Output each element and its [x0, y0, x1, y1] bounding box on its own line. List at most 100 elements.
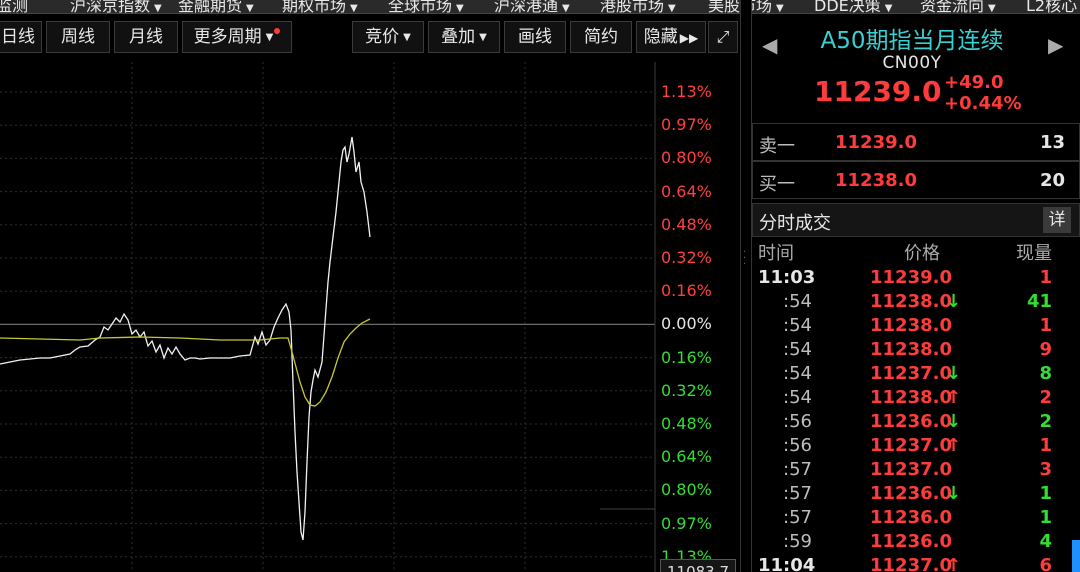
average-line — [0, 318, 371, 407]
notification-dot-icon — [274, 28, 281, 34]
y-axis-label: 0.48% — [661, 214, 712, 234]
instrument-title: A50期指当月连续 — [820, 28, 1004, 54]
tick-row: :57 11236.0 1 — [752, 507, 1080, 531]
menu-item[interactable]: 期权市场 ▼ — [282, 0, 358, 13]
dropdown-arrow-icon: ▼ — [403, 32, 411, 43]
ask-volume: 13 — [1039, 132, 1065, 153]
y-axis-label: 0.80% — [661, 480, 712, 500]
y-axis-label: 0.97% — [661, 513, 712, 533]
tick-row: :56 11236.0 ↓ 2 — [752, 411, 1080, 435]
tick-time: :57 — [783, 483, 812, 504]
tick-row: :57 11236.0 ↓ 1 — [752, 483, 1080, 507]
tick-volume: 41 — [1026, 291, 1052, 312]
up-arrow-icon: ↑ — [946, 387, 962, 408]
y-axis-label: 0.32% — [661, 380, 712, 400]
tick-row: :54 11238.0 9 — [752, 339, 1080, 363]
col-price: 价格 — [904, 243, 940, 264]
quote-panel: ◀ ▶ A50期指当月连续 CN00Y 11239.0 +49.0 +0.44%… — [752, 15, 1080, 572]
next-arrow-icon[interactable]: ▶ — [1048, 33, 1063, 57]
dropdown-arrow-icon: ▼ — [668, 3, 676, 14]
dropdown-arrow-icon: ▼ — [562, 3, 570, 14]
y-axis-label: 0.00% — [661, 314, 712, 334]
resize-grip-icon[interactable]: · · · — [743, 248, 746, 270]
tick-row: :54 11238.0 1 — [752, 315, 1080, 339]
tick-volume: 9 — [1039, 339, 1052, 360]
auction-button[interactable]: 竞价 ▼ — [352, 21, 424, 53]
tick-time: :54 — [783, 387, 812, 408]
tick-row: :59 11236.0 4 — [752, 531, 1080, 555]
ask-row: 卖一 11239.0 13 — [752, 123, 1080, 161]
draw-line-button[interactable]: 画线 — [504, 21, 566, 53]
period-month-button[interactable]: 月线 — [114, 21, 178, 53]
tick-time: 11:03 — [758, 267, 816, 288]
menu-item[interactable]: L2核心 — [1026, 0, 1077, 13]
tick-row: 11:04 11237.0 ↑ 6 — [752, 555, 1080, 572]
tick-price: 11237.0 — [870, 363, 952, 384]
tick-time: :56 — [783, 411, 812, 432]
menu-item[interactable]: 沪深港通 ▼ — [494, 0, 570, 14]
chart-plot — [0, 62, 656, 572]
y-axis-label: 0.32% — [661, 248, 712, 267]
more-periods-button[interactable]: 更多周期 ▼ — [182, 21, 292, 53]
tick-time: :54 — [783, 315, 812, 336]
ask-price: 11239.0 — [835, 132, 917, 153]
minimal-button[interactable]: 简约 — [570, 21, 632, 53]
tick-price: 11237.0 — [870, 435, 952, 456]
tick-price: 11238.0 — [870, 387, 952, 408]
period-day-button[interactable]: 日线 — [0, 21, 42, 53]
bid-price: 11238.0 — [835, 170, 917, 191]
menu-item[interactable]: DDE决策 ▼ — [814, 0, 893, 14]
prev-arrow-icon[interactable]: ◀ — [762, 33, 777, 57]
dropdown-arrow-icon: ▼ — [246, 3, 254, 14]
hide-button[interactable]: 隐藏 ▶▶ — [636, 21, 706, 53]
dropdown-arrow-icon: ▼ — [265, 32, 274, 43]
change-percent: +0.44% — [944, 93, 1022, 114]
tick-price: 11236.0 — [870, 531, 952, 552]
tick-volume: 1 — [1039, 483, 1052, 504]
bid-label: 买一 — [759, 174, 795, 195]
detail-button[interactable]: 详 — [1043, 207, 1071, 233]
tick-price: 11238.0 — [870, 291, 952, 312]
ticks-column-header: 时间 价格 现量 — [752, 237, 1080, 264]
menu-item[interactable]: 金融期货 ▼ — [178, 0, 254, 14]
tick-row: :54 11238.0 ↑ 2 — [752, 387, 1080, 411]
dropdown-arrow-icon: ▼ — [988, 3, 996, 14]
bid-row: 买一 11238.0 20 — [752, 161, 1080, 199]
tick-time: :54 — [783, 339, 812, 360]
tick-volume: 1 — [1039, 435, 1052, 456]
change-value: +49.0 — [944, 72, 1004, 93]
tick-volume: 2 — [1039, 411, 1052, 432]
tick-volume: 1 — [1039, 315, 1052, 336]
tick-price: 11236.0 — [870, 411, 952, 432]
menu-item[interactable]: 沪深京指数 ▼ — [70, 0, 162, 13]
menu-item[interactable]: 监测 — [0, 0, 28, 13]
down-arrow-icon: ↓ — [946, 363, 962, 384]
tick-row: :56 11237.0 ↑ 1 — [752, 435, 1080, 459]
menu-item[interactable]: 全球市场 ▼ — [388, 0, 464, 13]
panel-divider[interactable] — [740, 0, 752, 572]
ask-label: 卖一 — [759, 136, 795, 157]
up-arrow-icon: ↑ — [946, 435, 962, 456]
fullscreen-button[interactable]: ⤢ — [708, 21, 738, 53]
period-week-button[interactable]: 周线 — [46, 21, 110, 53]
menu-item[interactable]: 资金流向 ▼ — [920, 0, 996, 14]
tick-time: :56 — [783, 435, 812, 456]
tick-time: :54 — [783, 291, 812, 312]
menu-item[interactable]: 港股市场 ▼ — [600, 0, 676, 14]
y-axis-label: 0.80% — [661, 148, 712, 168]
tick-volume: 6 — [1039, 555, 1052, 572]
y-axis-label: 0.48% — [661, 414, 712, 433]
tick-row: 11:03 11239.0 1 — [752, 267, 1080, 291]
dropdown-arrow-icon: ▼ — [884, 3, 893, 14]
col-volume: 现量 — [1016, 243, 1052, 264]
overlay-button[interactable]: 叠加 ▼ — [428, 21, 500, 53]
down-arrow-icon: ↓ — [946, 483, 962, 504]
tick-time: 11:04 — [758, 555, 816, 572]
tick-volume: 1 — [1039, 507, 1052, 528]
tick-volume: 3 — [1039, 459, 1052, 480]
last-price: 11239.0 — [814, 75, 942, 108]
up-arrow-icon: ↑ — [946, 555, 962, 572]
down-arrow-icon: ↓ — [946, 411, 962, 432]
y-axis-label: 0.97% — [661, 115, 712, 135]
intraday-chart[interactable]: 1.13% 0.97% 0.80% 0.64% 0.48% 0.32% 0.16% 0.00%… — [0, 62, 740, 572]
